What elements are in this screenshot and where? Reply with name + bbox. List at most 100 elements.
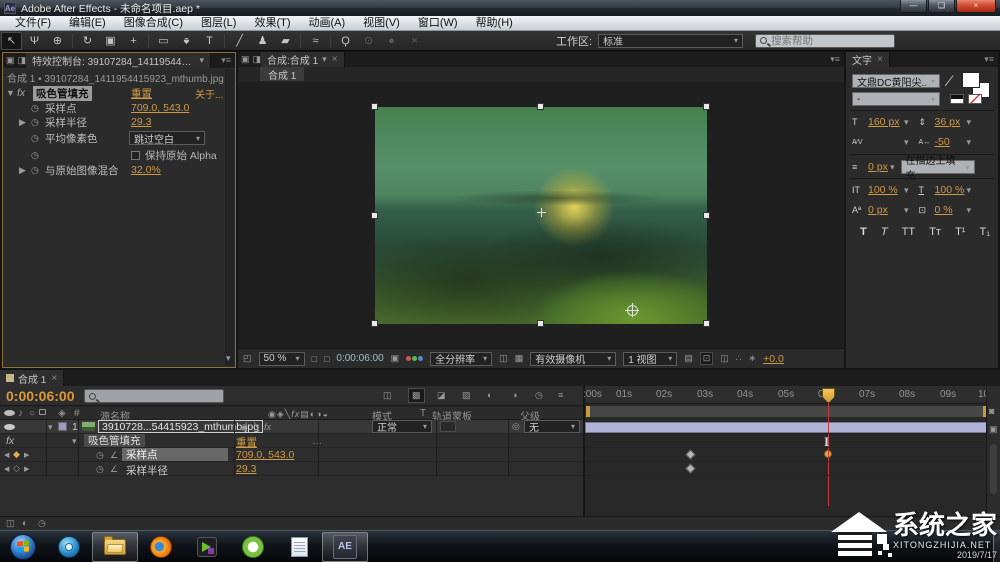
pen-tool-icon[interactable]: ♠	[176, 32, 197, 50]
layer-duration-bar[interactable]	[585, 422, 988, 433]
sample-radius-value[interactable]: 29.3	[236, 463, 256, 475]
expander-icon[interactable]: ▼	[3, 88, 17, 98]
eyedropper-icon[interactable]: ╱	[945, 75, 953, 87]
camera-dropdown[interactable]: 有效摄像机 ▾	[530, 352, 616, 366]
selection-handle[interactable]	[703, 320, 710, 327]
work-area-bar[interactable]	[585, 405, 988, 418]
playhead-ibeam[interactable]: I	[824, 434, 833, 448]
effect-row[interactable]: fx ▾ 吸色管填充 重置 …	[0, 434, 583, 448]
chevron-down-icon[interactable]: ▾	[967, 137, 972, 148]
sample-radius-value[interactable]: 29.3	[131, 116, 151, 128]
menu-edit[interactable]: 编辑(E)	[60, 16, 115, 31]
parent-pickwhip-icon[interactable]: ◎	[512, 421, 520, 432]
timeline-search[interactable]	[84, 389, 224, 403]
font-family-dropdown[interactable]: 文鼎DC黄阳尖... ▾	[852, 74, 940, 88]
camera-tool-icon[interactable]: ▣	[100, 32, 121, 50]
next-keyframe-icon[interactable]: ▶	[24, 465, 29, 473]
layer-fx-icon[interactable]: fx	[264, 422, 271, 432]
chevron-down-icon[interactable]: ▾	[904, 137, 909, 148]
channels-icon[interactable]	[406, 356, 423, 361]
transparency-grid-icon[interactable]: ▦	[515, 353, 524, 364]
draft-3d-icon[interactable]: ▩	[408, 388, 425, 403]
fill-rule-dropdown[interactable]: 在描边上填充 ▾	[901, 160, 975, 174]
font-style-dropdown[interactable]: - ▾	[852, 92, 940, 106]
taskbar-browser[interactable]	[230, 532, 276, 562]
keyframe-diamond[interactable]	[686, 464, 696, 474]
timeline-effect-name[interactable]: 吸色管填充	[84, 434, 145, 447]
motion-blur-toggle-icon[interactable]: ◷	[38, 518, 46, 529]
panel-menu-icon[interactable]: ▾≡	[221, 55, 235, 66]
menu-composition[interactable]: 图像合成(C)	[115, 16, 192, 31]
chevron-down-icon[interactable]: ▾	[967, 117, 972, 128]
work-area-start-handle[interactable]	[586, 406, 590, 417]
taskbar-media-player[interactable]	[46, 532, 92, 562]
keyframe-toggle-icon[interactable]: ◇	[13, 463, 20, 474]
property-row-sample-radius[interactable]: ◀ ◇ ▶ ◷ ∠ 采样半径 29.3	[0, 462, 583, 476]
layer-label-swatch[interactable]	[58, 422, 67, 431]
solo-icon[interactable]: ○	[29, 408, 35, 419]
effect-name[interactable]: 吸色管填充	[33, 86, 92, 101]
snapshot-icon[interactable]: ▣	[391, 353, 400, 364]
stopwatch-icon[interactable]: ◷	[96, 450, 104, 461]
font-size-value[interactable]: 160 px	[868, 116, 904, 128]
comp-subtab[interactable]: 合成 1	[260, 67, 304, 81]
no-color-swatch-icon[interactable]	[968, 94, 982, 104]
stopwatch-icon[interactable]: ◷	[31, 103, 45, 114]
start-button[interactable]	[0, 532, 46, 562]
auto-keyframe-icon[interactable]: ◷	[535, 390, 543, 401]
tab-close-icon[interactable]: ×	[332, 54, 338, 65]
menu-effect[interactable]: 效果(T)	[245, 16, 299, 31]
vertical-scale-value[interactable]: 100 %	[868, 184, 904, 196]
parent-dropdown[interactable]: 无 ▾	[524, 420, 580, 433]
leading-value[interactable]: 36 px	[935, 116, 967, 128]
stopwatch-icon[interactable]: ◷	[31, 150, 45, 161]
horizontal-scale-value[interactable]: 100 %	[935, 184, 967, 196]
roi-icon[interactable]: □	[312, 354, 317, 364]
layer-source-name[interactable]: 3910728...54415923_mthumb.jpg	[98, 420, 263, 433]
roi-tool-icon[interactable]: ◫	[499, 353, 508, 364]
trkmat-dropdown[interactable]	[440, 421, 456, 432]
timeline-timecode[interactable]: 0:00:06:00	[6, 388, 75, 404]
chevron-down-icon[interactable]: ▾	[967, 205, 972, 216]
magnification-dropdown[interactable]: 50 % ▾	[259, 352, 305, 366]
property-label[interactable]: 采样半径	[122, 463, 172, 478]
comp-button-shield-icon[interactable]: ◙	[989, 406, 994, 416]
zoom-tool-icon[interactable]: ⊕	[47, 32, 68, 50]
chevron-down-icon[interactable]: ▾	[967, 185, 972, 196]
selection-handle[interactable]	[371, 212, 378, 219]
chevron-down-icon[interactable]: ▾	[904, 205, 909, 216]
selection-tool-icon[interactable]: ↖	[1, 32, 22, 50]
subscript-button[interactable]: T₁	[980, 226, 990, 238]
puppet-pin-tool-icon[interactable]: Ϙ	[335, 32, 356, 50]
taskbar-firefox[interactable]	[138, 532, 184, 562]
tab-composition[interactable]: 合成:合成 1 ▾ ×	[261, 52, 345, 67]
baseline-shift-value[interactable]: 0 px	[868, 204, 904, 216]
stroke-width-value[interactable]: 0 px	[868, 161, 890, 173]
pan-behind-tool-icon[interactable]: +	[123, 32, 144, 50]
average-pixel-dropdown[interactable]: 跳过空白 ▾	[129, 131, 205, 145]
alpha-checkbox[interactable]	[131, 151, 140, 160]
viewer-timecode[interactable]: 0:00:06:00	[336, 353, 383, 364]
graph-editor-icon[interactable]: ≡	[558, 390, 563, 400]
taskbar-notepad[interactable]	[276, 532, 322, 562]
layer-effects-icon[interactable]: ╲	[254, 422, 259, 433]
timeline-track-area[interactable]: :00s 01s 02s 03s 04s 05s 06s 07s 08s 09s…	[583, 386, 986, 516]
pixel-aspect-icon[interactable]: ⊡	[700, 352, 714, 365]
menu-layer[interactable]: 图层(L)	[192, 16, 245, 31]
faux-bold-button[interactable]: T	[860, 226, 867, 238]
prev-keyframe-icon[interactable]: ◀	[4, 465, 9, 473]
grid-guides-icon[interactable]: ▤	[684, 353, 693, 364]
comp-camera-icon[interactable]: ▣	[989, 424, 998, 435]
comp-viewer[interactable]	[238, 82, 844, 348]
shape-tool-icon[interactable]: ▭	[153, 32, 174, 50]
tab-close-icon[interactable]: ×	[51, 373, 57, 384]
small-caps-button[interactable]: Tᴛ	[929, 226, 941, 238]
text-tool-icon[interactable]: T	[199, 32, 220, 50]
effect-expander-icon[interactable]: ▾	[72, 436, 77, 447]
scroll-down-icon[interactable]: ▾	[226, 353, 231, 364]
tab-effect-controls[interactable]: 特效控制台: 39107284_1411954415923_mth ▾	[26, 53, 211, 68]
keyframe-toggle-icon[interactable]: ◆	[13, 449, 20, 460]
tab-close-icon[interactable]: ×	[877, 54, 883, 65]
help-search[interactable]	[755, 34, 895, 48]
menu-window[interactable]: 窗口(W)	[409, 16, 467, 31]
